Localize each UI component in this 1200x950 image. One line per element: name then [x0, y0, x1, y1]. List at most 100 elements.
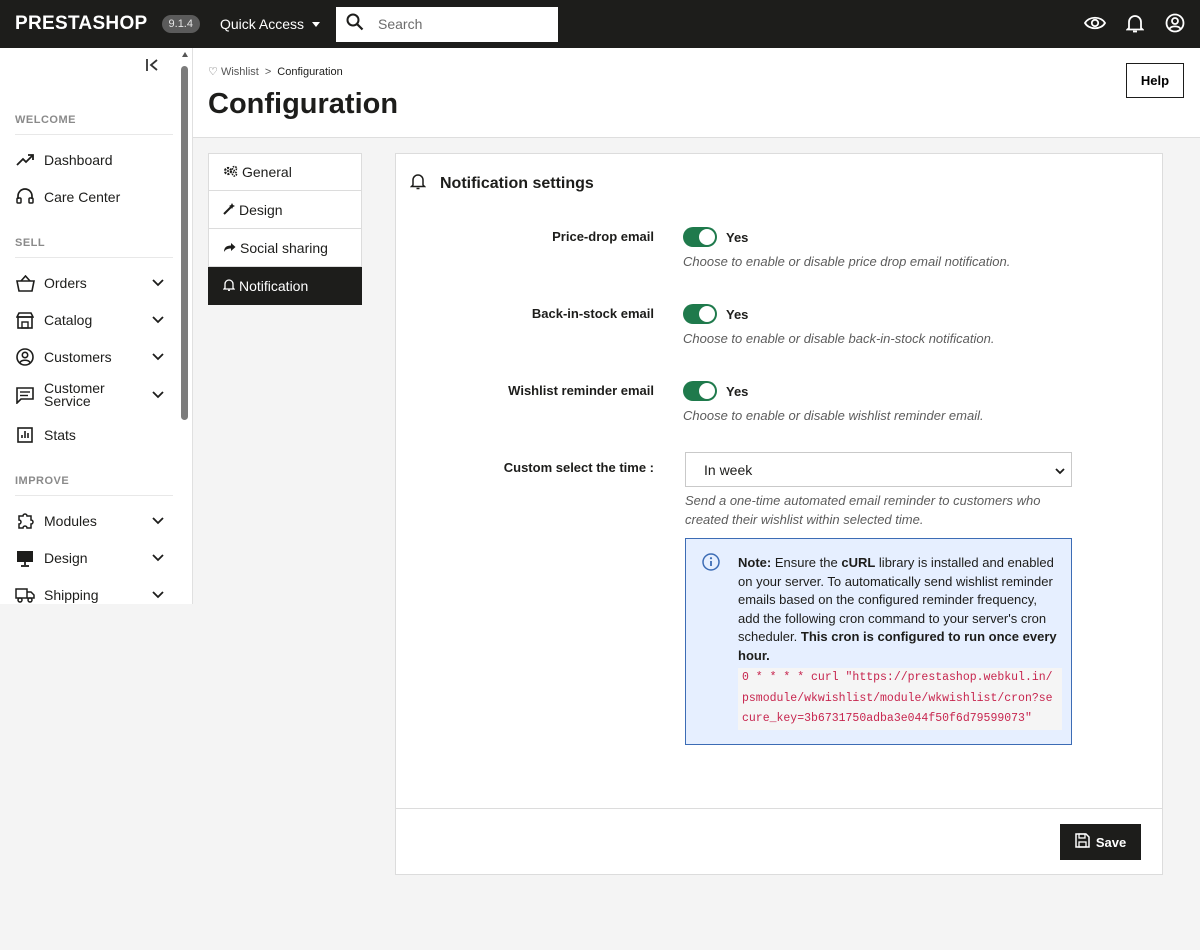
heart-icon: ♡	[208, 66, 218, 78]
toggle-state-label: Yes	[726, 306, 749, 322]
sidebar-scrollbar[interactable]	[180, 52, 190, 604]
section-title-sell: SELL	[15, 237, 46, 249]
quick-access-button[interactable]: Quick Access	[219, 16, 321, 32]
back-in-stock-label: Back-in-stock email	[531, 306, 654, 321]
store-icon	[15, 310, 35, 330]
monitor-icon	[15, 548, 35, 568]
sidebar-item-modules[interactable]: Modules	[15, 511, 165, 531]
breadcrumb-separator: >	[264, 65, 272, 78]
prestashop-logo[interactable]: PRESTASHOP	[15, 13, 148, 35]
tab-notification[interactable]: Notification	[208, 267, 362, 305]
breadcrumb-parent-label: Wishlist	[220, 66, 259, 78]
sidebar-item-dashboard[interactable]: Dashboard	[15, 150, 165, 170]
sidebar-item-label: Customer Service	[44, 381, 151, 409]
caret-down-icon	[312, 21, 321, 27]
section-title-welcome: WELCOME	[15, 114, 76, 126]
chevron-down-icon	[151, 388, 165, 402]
share-icon	[223, 240, 236, 256]
search-icon	[346, 13, 364, 36]
customer-icon	[15, 347, 35, 367]
chevron-down-icon	[151, 276, 165, 290]
bell-icon	[222, 278, 236, 294]
toggle-state-label: Yes	[726, 383, 749, 399]
toggle-knob	[699, 229, 715, 245]
breadcrumb-wishlist-link[interactable]: ♡ Wishlist	[208, 65, 259, 78]
sidebar-item-label: Catalog	[44, 311, 93, 328]
magic-wand-icon	[223, 202, 235, 218]
cron-command[interactable]: 0 * * * * curl "https://prestashop.webku…	[738, 668, 1062, 730]
panel-title: Notification settings	[440, 174, 594, 192]
sidebar-item-label: Care Center	[44, 188, 121, 205]
tab-general[interactable]: General	[208, 153, 362, 191]
price-drop-hint: Choose to enable or disable price drop e…	[683, 254, 1011, 269]
sidebar-item-stats[interactable]: Stats	[15, 425, 165, 445]
quick-access-label: Quick Access	[219, 16, 305, 32]
divider	[15, 134, 173, 135]
truck-icon	[15, 585, 35, 604]
version-badge: 9.1.4	[161, 15, 200, 33]
custom-time-hint-line: Send a one-time automated email reminder…	[685, 493, 1041, 508]
save-button[interactable]: Save	[1060, 824, 1141, 860]
account-icon[interactable]	[1164, 12, 1186, 34]
chevron-down-icon	[151, 551, 165, 565]
bar-chart-icon	[15, 425, 35, 445]
note-curl: cURL	[841, 555, 876, 570]
wishlist-reminder-toggle-row: Yes	[683, 381, 748, 401]
custom-time-selected-value: In week	[704, 461, 753, 478]
tab-design[interactable]: Design	[208, 191, 362, 229]
price-drop-toggle[interactable]	[683, 227, 717, 247]
panel-footer-divider	[396, 808, 1162, 809]
custom-time-label: Custom select the time :	[503, 460, 654, 475]
custom-time-select[interactable]: In week	[685, 452, 1072, 487]
eye-icon[interactable]	[1084, 12, 1106, 34]
toggle-knob	[699, 383, 715, 399]
note-text-part: Ensure the	[774, 555, 838, 570]
cogs-icon	[223, 164, 238, 180]
divider	[15, 257, 173, 258]
sidebar-item-catalog[interactable]: Catalog	[15, 310, 165, 330]
collapse-sidebar-icon[interactable]	[145, 58, 159, 77]
page-header: ♡ Wishlist > Configuration Configuration…	[193, 48, 1200, 138]
scroll-up-arrow-icon[interactable]	[182, 52, 188, 57]
search-input[interactable]	[378, 16, 539, 32]
chevron-down-icon	[1055, 462, 1065, 478]
sidebar-item-label-line: Service	[44, 393, 91, 409]
tab-social-sharing[interactable]: Social sharing	[208, 229, 362, 267]
save-label: Save	[1095, 834, 1127, 850]
sidebar-item-customer-service[interactable]: Customer Service	[15, 381, 165, 409]
headset-icon	[15, 187, 35, 207]
custom-time-hint-line: created their wishlist within selected t…	[685, 512, 924, 527]
info-icon	[702, 553, 720, 576]
tab-label: General	[242, 164, 292, 180]
scrollbar-thumb[interactable]	[181, 66, 188, 420]
sidebar-item-label: Dashboard	[44, 151, 113, 168]
tab-label: Design	[239, 201, 283, 218]
note-text: Note: Ensure the cURL library is install…	[738, 554, 1062, 665]
sidebar-item-orders[interactable]: Orders	[15, 273, 165, 293]
price-drop-toggle-row: Yes	[683, 227, 748, 247]
basket-icon	[15, 273, 35, 293]
back-in-stock-toggle[interactable]	[683, 304, 717, 324]
sidebar-item-shipping[interactable]: Shipping	[15, 585, 165, 604]
search-box[interactable]	[336, 6, 559, 42]
puzzle-icon	[15, 511, 35, 531]
wishlist-reminder-toggle[interactable]	[683, 381, 717, 401]
notification-settings-panel: Notification settings Price-drop email Y…	[395, 153, 1163, 875]
help-button[interactable]: Help	[1126, 63, 1184, 98]
bell-icon[interactable]	[1124, 12, 1146, 34]
tab-label: Notification	[239, 277, 309, 294]
sidebar-item-customers[interactable]: Customers	[15, 347, 165, 367]
sidebar-item-label: Customers	[44, 348, 112, 365]
sidebar-item-care-center[interactable]: Care Center	[15, 187, 165, 207]
toggle-state-label: Yes	[726, 229, 749, 245]
back-in-stock-hint: Choose to enable or disable back-in-stoc…	[683, 331, 995, 346]
sidebar-item-design[interactable]: Design	[15, 548, 165, 568]
page-title: Configuration	[208, 88, 399, 120]
sidebar-item-label: Modules	[44, 512, 97, 529]
trending-up-icon	[15, 150, 35, 170]
breadcrumb-current: Configuration	[277, 65, 343, 78]
back-in-stock-toggle-row: Yes	[683, 304, 748, 324]
sidebar-item-label: Orders	[44, 274, 87, 291]
chevron-down-icon	[151, 514, 165, 528]
sidebar-item-label: Design	[44, 549, 88, 566]
